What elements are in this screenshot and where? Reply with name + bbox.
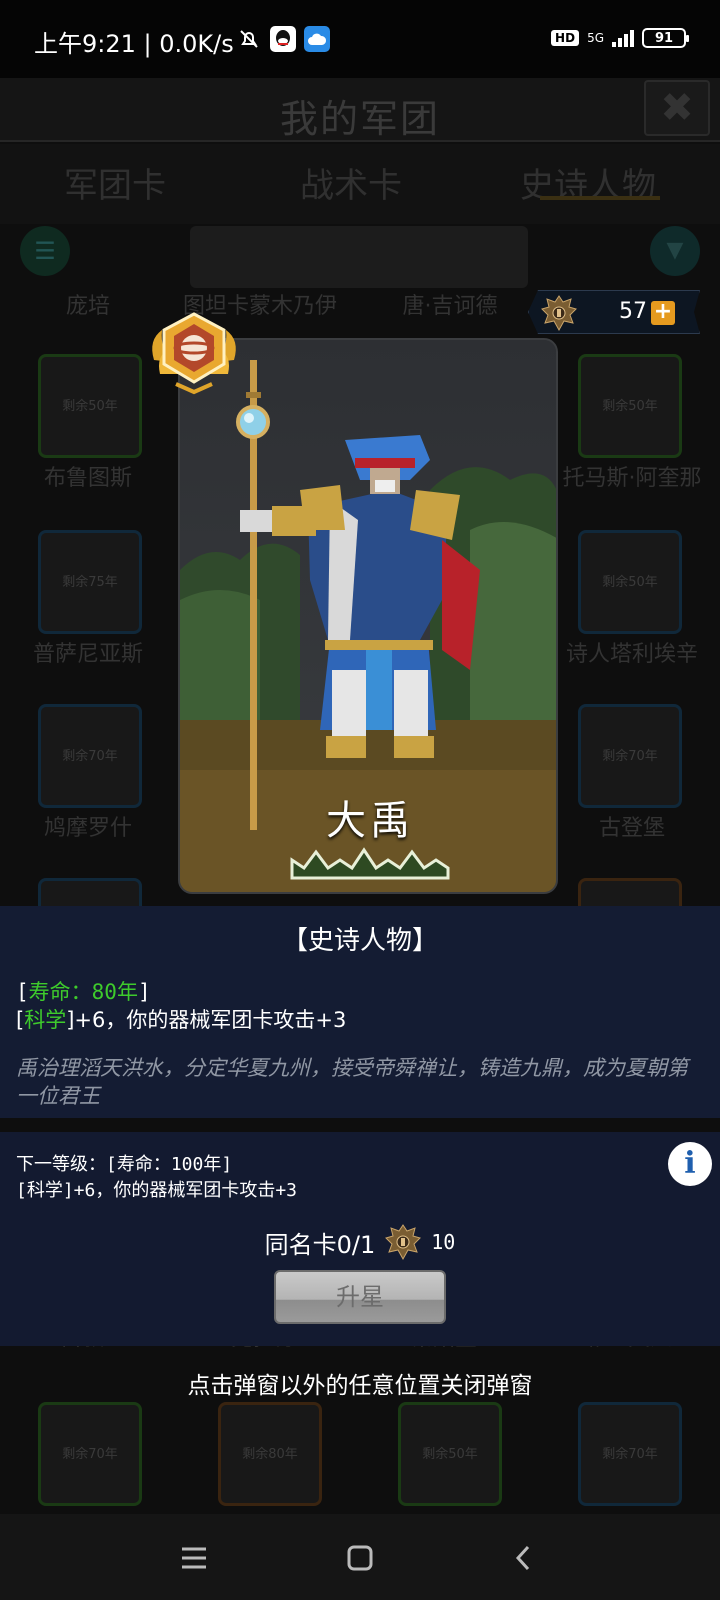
bg-card-badge: 剩余50年	[422, 1447, 478, 1462]
next-level-bonus: [科学]+6，你的器械军团卡攻击+3	[16, 1180, 298, 1201]
lifespan-value: 寿命：80年	[28, 980, 138, 1004]
hd-icon: HD	[551, 30, 580, 46]
upgrade-star-button[interactable]: 升星	[274, 1270, 446, 1324]
hero-name: 大禹	[326, 798, 414, 844]
bg-card-badge: 剩余75年	[62, 575, 118, 590]
network-type: 5G	[587, 31, 604, 45]
status-notification-icons	[236, 26, 330, 52]
currency-chip[interactable]: 57 +	[528, 290, 700, 334]
bg-card-name: 普萨尼亚斯	[32, 642, 143, 667]
bg-card: 剩余50年	[578, 530, 682, 634]
duplicate-card-count: 同名卡0/1	[264, 1230, 376, 1259]
bg-card-name: 庞培	[65, 294, 110, 319]
home-icon[interactable]	[338, 1536, 382, 1580]
bg-card-badge: 剩余50年	[602, 575, 658, 590]
bg-card: 剩余70年	[578, 1402, 682, 1506]
bg-card: 剩余70年	[38, 704, 142, 808]
info-button[interactable]: i	[668, 1142, 712, 1186]
bg-card-badge: 剩余70年	[62, 1447, 118, 1462]
cloud-app-icon	[304, 26, 330, 52]
currency-value: 57	[619, 299, 647, 324]
bg-card-badge: 剩余70年	[602, 749, 658, 764]
bg-close-icon: ✖	[644, 80, 710, 136]
bg-header: 我的军团 ✖	[0, 78, 720, 142]
next-level-lifespan: 下一等级：[寿命：100年]	[16, 1154, 233, 1175]
bg-card: 剩余75年	[38, 530, 142, 634]
bonus-text: +6，你的器械军团卡攻击+3	[74, 1008, 347, 1032]
close-hint-text: 点击弹窗以外的任意位置关闭弹窗	[187, 1373, 533, 1399]
bg-page-title: 我的军团	[279, 97, 440, 141]
bg-card-badge: 剩余70年	[62, 749, 118, 764]
bg-search-box	[190, 226, 528, 288]
hero-description-panel: 【史诗人物】 [寿命：80年] [科学]+6，你的器械军团卡攻击+3 禹治理滔天…	[0, 906, 720, 1118]
status-bar: 上午9:21 | 0.0K/s HD 5G 91	[0, 0, 720, 78]
bg-tab-legion-cards: 军团卡	[64, 166, 166, 206]
eagle-emblem-icon	[385, 1224, 422, 1261]
lifespan-line: [寿命：80年]	[16, 976, 151, 1006]
bg-list-icon: ☰	[20, 226, 70, 276]
battery-icon: 91	[642, 28, 689, 48]
crown-ornament-icon	[290, 847, 450, 880]
bg-card-name: 诗人塔利埃辛	[565, 642, 698, 667]
duplicate-card-row: 同名卡0/1 10	[0, 1222, 720, 1262]
bg-card-badge: 剩余50年	[62, 399, 118, 414]
bonus-tag: 科学	[24, 1008, 67, 1032]
bg-tab-tactic-cards: 战术卡	[300, 166, 402, 206]
bg-card-name: 唐·吉诃德	[402, 294, 498, 319]
lore-text: 禹治理滔天洪水，分定华夏九州，接受帝舜禅让，铸造九鼎，成为夏朝第一位君王	[16, 1056, 688, 1108]
panel-title: 【史诗人物】	[281, 926, 438, 956]
bg-card-name: 托马斯·阿奎那	[562, 466, 702, 491]
bracket: [	[16, 980, 29, 1004]
upgrade-cost: 10	[431, 1230, 456, 1254]
bell-muted-icon	[236, 26, 262, 52]
bg-card-name: 古登堡	[598, 816, 665, 841]
bg-card: 剩余50年	[398, 1402, 502, 1506]
status-time: 上午9:21 | 0.0K/s	[34, 30, 234, 58]
bg-card: 剩余50年	[38, 354, 142, 458]
epic-rank-badge-icon	[152, 312, 236, 395]
system-nav-bar	[0, 1514, 720, 1600]
bg-card: 剩余70年	[578, 704, 682, 808]
bg-card-badge: 剩余80年	[242, 1447, 298, 1462]
bg-card: 剩余50年	[578, 354, 682, 458]
bg-card-name: 鸠摩罗什	[43, 816, 132, 841]
bg-tab-underline	[540, 196, 660, 200]
eagle-emblem-icon	[539, 293, 579, 333]
upgrade-panel: 下一等级：[寿命：100年] [科学]+6，你的器械军团卡攻击+3 i 同名卡0…	[0, 1132, 720, 1346]
menu-icon[interactable]	[172, 1536, 216, 1580]
bg-card-badge: 剩余50年	[602, 399, 658, 414]
bonus-line: [科学]+6，你的器械军团卡攻击+3	[16, 1008, 347, 1032]
status-system-icons: HD 5G 91	[551, 28, 689, 48]
qq-icon	[270, 26, 296, 52]
back-icon[interactable]	[502, 1536, 546, 1580]
bg-tab-bar: 军团卡 战术卡 史诗人物	[0, 144, 720, 224]
bg-filter-icon: ▼	[650, 226, 700, 276]
bracket: ]	[137, 980, 151, 1004]
bg-card-badge: 剩余70年	[602, 1447, 658, 1462]
bg-card: 剩余70年	[38, 1402, 142, 1506]
signal-icon	[612, 29, 634, 47]
bg-card: 剩余80年	[218, 1402, 322, 1506]
add-currency-button[interactable]: +	[651, 301, 675, 325]
battery-level: 91	[654, 30, 674, 46]
bg-card-name: 布鲁图斯	[43, 466, 132, 491]
hero-card: 大禹	[178, 338, 558, 894]
